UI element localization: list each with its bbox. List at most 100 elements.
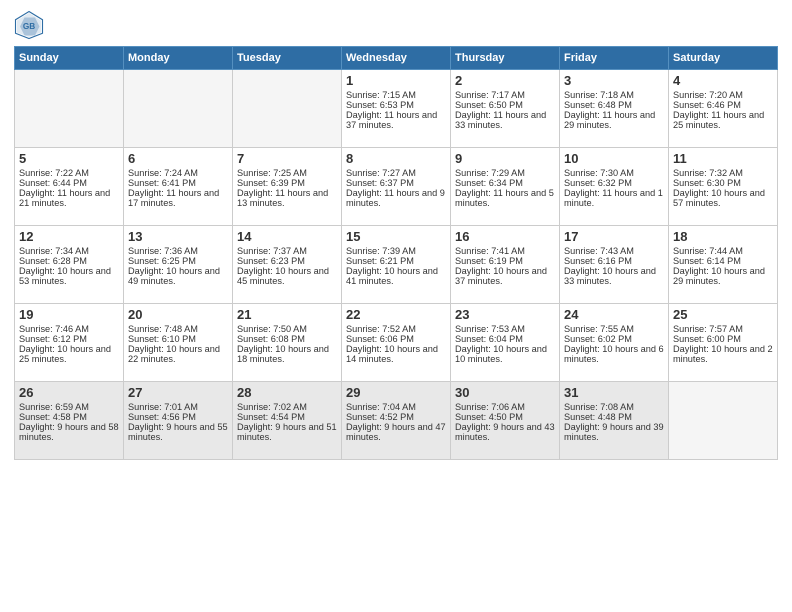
day-cell: 27Sunrise: 7:01 AMSunset: 4:56 PMDayligh… (124, 382, 233, 460)
day-cell: 19Sunrise: 7:46 AMSunset: 6:12 PMDayligh… (15, 304, 124, 382)
day-info: Daylight: 11 hours and 13 minutes. (237, 188, 337, 208)
day-cell: 24Sunrise: 7:55 AMSunset: 6:02 PMDayligh… (560, 304, 669, 382)
day-info: Sunrise: 7:25 AM (237, 168, 337, 178)
day-info: Sunrise: 7:06 AM (455, 402, 555, 412)
day-info: Sunrise: 7:53 AM (455, 324, 555, 334)
col-header-sunday: Sunday (15, 47, 124, 70)
day-info: Sunrise: 6:59 AM (19, 402, 119, 412)
col-header-tuesday: Tuesday (233, 47, 342, 70)
day-number: 22 (346, 307, 446, 322)
day-info: Sunrise: 7:48 AM (128, 324, 228, 334)
day-info: Sunset: 4:56 PM (128, 412, 228, 422)
day-info: Daylight: 11 hours and 33 minutes. (455, 110, 555, 130)
day-cell: 10Sunrise: 7:30 AMSunset: 6:32 PMDayligh… (560, 148, 669, 226)
day-cell: 1Sunrise: 7:15 AMSunset: 6:53 PMDaylight… (342, 70, 451, 148)
day-info: Sunrise: 7:15 AM (346, 90, 446, 100)
day-info: Daylight: 10 hours and 45 minutes. (237, 266, 337, 286)
day-info: Sunset: 6:46 PM (673, 100, 773, 110)
page-header: GB (14, 10, 778, 40)
day-info: Sunrise: 7:22 AM (19, 168, 119, 178)
day-info: Daylight: 11 hours and 5 minutes. (455, 188, 555, 208)
day-info: Sunset: 6:14 PM (673, 256, 773, 266)
day-cell: 31Sunrise: 7:08 AMSunset: 4:48 PMDayligh… (560, 382, 669, 460)
logo-icon: GB (14, 10, 44, 40)
day-info: Sunset: 4:50 PM (455, 412, 555, 422)
day-info: Sunrise: 7:30 AM (564, 168, 664, 178)
day-number: 17 (564, 229, 664, 244)
day-info: Sunset: 6:25 PM (128, 256, 228, 266)
day-info: Sunset: 6:04 PM (455, 334, 555, 344)
day-info: Daylight: 11 hours and 9 minutes. (346, 188, 446, 208)
day-info: Sunset: 6:00 PM (673, 334, 773, 344)
day-cell: 7Sunrise: 7:25 AMSunset: 6:39 PMDaylight… (233, 148, 342, 226)
day-cell: 21Sunrise: 7:50 AMSunset: 6:08 PMDayligh… (233, 304, 342, 382)
day-number: 5 (19, 151, 119, 166)
day-cell: 26Sunrise: 6:59 AMSunset: 4:58 PMDayligh… (15, 382, 124, 460)
day-info: Daylight: 10 hours and 10 minutes. (455, 344, 555, 364)
day-cell: 8Sunrise: 7:27 AMSunset: 6:37 PMDaylight… (342, 148, 451, 226)
header-row: SundayMondayTuesdayWednesdayThursdayFrid… (15, 47, 778, 70)
day-number: 9 (455, 151, 555, 166)
day-cell: 4 Sunrise: 7:20 AMSunset: 6:46 PMDaylight… (669, 70, 778, 148)
day-cell: 3Sunrise: 7:18 AMSunset: 6:48 PMDaylight… (560, 70, 669, 148)
day-info: Sunrise: 7:24 AM (128, 168, 228, 178)
day-info: Sunset: 6:32 PM (564, 178, 664, 188)
day-info: Sunset: 6:37 PM (346, 178, 446, 188)
day-info: Daylight: 9 hours and 58 minutes. (19, 422, 119, 442)
day-cell: 16Sunrise: 7:41 AMSunset: 6:19 PMDayligh… (451, 226, 560, 304)
day-number: 27 (128, 385, 228, 400)
col-header-thursday: Thursday (451, 47, 560, 70)
day-info: Sunrise: 7:18 AM (564, 90, 664, 100)
day-cell: 28Sunrise: 7:02 AMSunset: 4:54 PMDayligh… (233, 382, 342, 460)
day-cell: 12Sunrise: 7:34 AMSunset: 6:28 PMDayligh… (15, 226, 124, 304)
day-info: Sunset: 6:19 PM (455, 256, 555, 266)
day-cell: 30Sunrise: 7:06 AMSunset: 4:50 PMDayligh… (451, 382, 560, 460)
col-header-saturday: Saturday (669, 47, 778, 70)
day-info: Daylight: 9 hours and 51 minutes. (237, 422, 337, 442)
day-number: 6 (128, 151, 228, 166)
day-cell: 22Sunrise: 7:52 AMSunset: 6:06 PMDayligh… (342, 304, 451, 382)
day-info: Daylight: 10 hours and 22 minutes. (128, 344, 228, 364)
day-info: Sunrise: 7:20 AM (673, 90, 773, 100)
day-cell: 20Sunrise: 7:48 AMSunset: 6:10 PMDayligh… (124, 304, 233, 382)
day-info: Daylight: 10 hours and 2 minutes. (673, 344, 773, 364)
day-number: 12 (19, 229, 119, 244)
day-info: Sunset: 6:12 PM (19, 334, 119, 344)
day-number: 11 (673, 151, 773, 166)
day-info: Daylight: 10 hours and 37 minutes. (455, 266, 555, 286)
day-info: Sunset: 6:02 PM (564, 334, 664, 344)
day-info: Sunset: 6:10 PM (128, 334, 228, 344)
day-cell (15, 70, 124, 148)
day-cell: 17Sunrise: 7:43 AMSunset: 6:16 PMDayligh… (560, 226, 669, 304)
day-info: Sunset: 6:48 PM (564, 100, 664, 110)
day-info: Sunset: 4:48 PM (564, 412, 664, 422)
day-number: 4 (673, 73, 773, 88)
day-cell: 29Sunrise: 7:04 AMSunset: 4:52 PMDayligh… (342, 382, 451, 460)
day-number: 28 (237, 385, 337, 400)
day-info: Sunset: 6:41 PM (128, 178, 228, 188)
day-info: Daylight: 9 hours and 47 minutes. (346, 422, 446, 442)
day-number: 23 (455, 307, 555, 322)
day-info: Sunrise: 7:36 AM (128, 246, 228, 256)
day-info: Sunset: 6:21 PM (346, 256, 446, 266)
day-cell: 23 Sunrise: 7:53 AMSunset: 6:04 PMDayligh… (451, 304, 560, 382)
day-cell (669, 382, 778, 460)
day-info: Daylight: 10 hours and 49 minutes. (128, 266, 228, 286)
day-cell: 25Sunrise: 7:57 AMSunset: 6:00 PMDayligh… (669, 304, 778, 382)
day-number: 21 (237, 307, 337, 322)
day-info: Sunrise: 7:34 AM (19, 246, 119, 256)
day-info: Sunrise: 7:57 AM (673, 324, 773, 334)
day-info: Sunrise: 7:04 AM (346, 402, 446, 412)
day-info: Daylight: 11 hours and 37 minutes. (346, 110, 446, 130)
day-number: 7 (237, 151, 337, 166)
day-info: Sunrise: 7:32 AM (673, 168, 773, 178)
day-cell: 9Sunrise: 7:29 AMSunset: 6:34 PMDaylight… (451, 148, 560, 226)
day-cell: 14Sunrise: 7:37 AMSunset: 6:23 PMDayligh… (233, 226, 342, 304)
day-number: 16 (455, 229, 555, 244)
day-info: Daylight: 10 hours and 57 minutes. (673, 188, 773, 208)
day-info: Sunset: 6:28 PM (19, 256, 119, 266)
col-header-monday: Monday (124, 47, 233, 70)
day-cell (124, 70, 233, 148)
day-info: Daylight: 11 hours and 25 minutes. (673, 110, 773, 130)
day-info: Sunset: 6:34 PM (455, 178, 555, 188)
